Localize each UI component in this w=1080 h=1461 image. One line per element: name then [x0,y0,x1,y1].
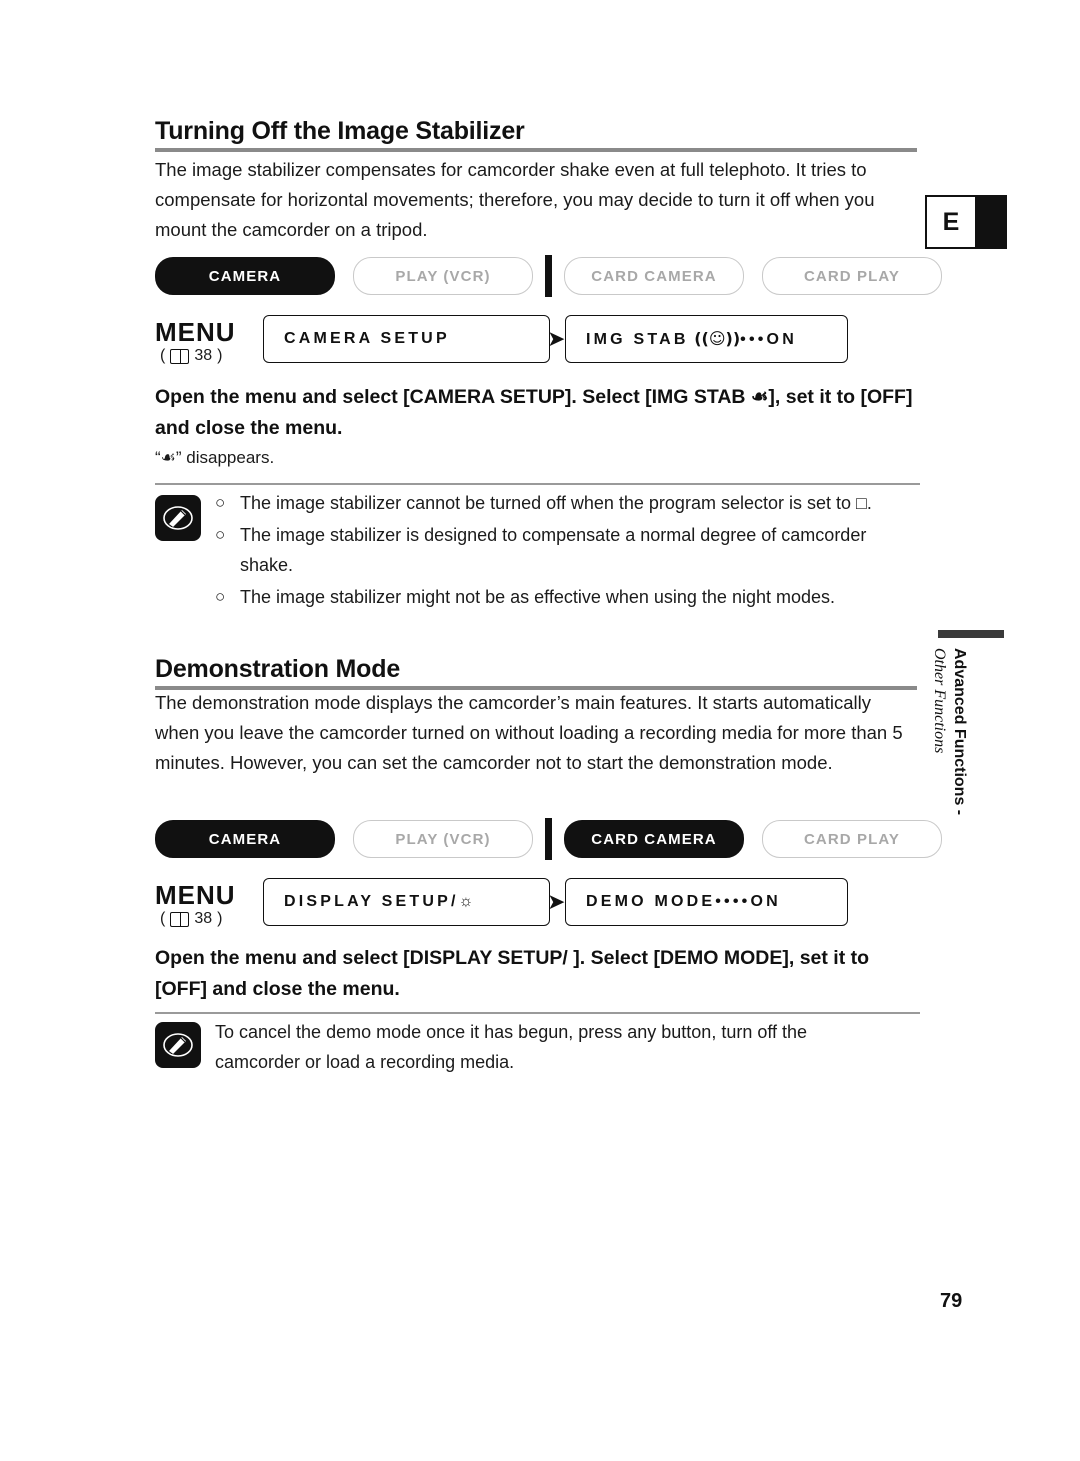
instruction-demonstration-mode: Open the menu and select [DISPLAY SETUP/… [155,947,870,1000]
paren-open: ( [160,347,166,364]
mode-button-camera[interactable]: CAMERA [155,257,335,295]
mode-button-card-play[interactable]: CARD PLAY [762,257,942,295]
note-pencil-icon-2 [155,1022,201,1068]
menu-box-display-setup[interactable]: DISPLAY SETUP/☼ [263,878,550,926]
bullet-icon: ○ [215,525,226,544]
mode-button-card-camera-2[interactable]: CARD CAMERA [564,820,744,858]
bullet-icon: ○ [215,587,226,606]
book-icon [170,348,190,364]
side-tab-block [975,197,1005,247]
mode-separator [545,255,552,297]
menu-page-reference-2: ( 38 ) [160,910,222,928]
intro-paragraph-image-stabilizer: The image stabilizer compensates for cam… [155,159,875,240]
note-text: The image stabilizer might not be as eff… [240,587,836,607]
sub-note-disappears: “☙” disappears. [155,448,275,467]
mode-button-play-vcr-2[interactable]: PLAY (VCR) [353,820,533,858]
menu-label-2: MENU [155,880,236,910]
menu-label-1: MENU [155,317,236,347]
instruction-image-stabilizer: Open the menu and select [CAMERA SETUP].… [155,386,913,439]
menu-box-img-stab-label: IMG STAB ((☺))•••ON [586,329,797,348]
page-title-demonstration-mode: Demonstration Mode [155,655,401,683]
mode-buttons-row-1: CAMERA PLAY (VCR) CARD CAMERA CARD PLAY [155,255,942,297]
mode-button-play-vcr[interactable]: PLAY (VCR) [353,257,533,295]
running-head-italic: Other Functions [930,648,948,753]
note-item: ○ The image stabilizer is designed to co… [215,520,920,580]
side-tab-letter: E [942,207,960,236]
menu-page-number-2: 38 [194,910,213,927]
running-head-italic-text: Other Functions [931,648,948,754]
menu-box-camera-setup[interactable]: CAMERA SETUP [263,315,550,363]
menu-box-demo-mode[interactable]: DEMO MODE••••ON [565,878,848,926]
page-number: 79 [940,1290,963,1312]
menu-box-img-stab[interactable]: IMG STAB ((☺))•••ON [565,315,848,363]
running-head-bar [938,630,1004,638]
intro-paragraph-demonstration-mode: The demonstration mode displays the camc… [155,692,903,773]
note-item: ○ The image stabilizer might not be as e… [215,582,920,612]
note-item: To cancel the demo mode once it has begu… [215,1017,895,1077]
paren-close-2: ) [217,910,223,927]
mode-separator-2 [545,818,552,860]
bullet-icon: ○ [215,493,226,512]
running-head-bold: Advanced Functions - [950,648,968,815]
chevron-right-icon-2: ➤ [547,889,566,914]
paren-close: ) [217,347,223,364]
running-head-bold-text: Advanced Functions - [951,648,968,816]
note-text: The image stabilizer cannot be turned of… [240,493,872,513]
notes-rule-top-1 [155,483,920,485]
paren-open-2: ( [160,910,166,927]
mode-button-camera-2[interactable]: CAMERA [155,820,335,858]
menu-box-demo-mode-label: DEMO MODE••••ON [586,893,781,910]
mode-buttons-row-2: CAMERA PLAY (VCR) CARD CAMERA CARD PLAY [155,818,942,860]
mode-button-card-play-2[interactable]: CARD PLAY [762,820,942,858]
chevron-right-icon-1: ➤ [547,326,566,351]
menu-page-number-1: 38 [194,347,213,364]
note-text: The image stabilizer is designed to comp… [240,525,867,575]
notes-rule-top-2 [155,1012,920,1014]
menu-box-display-setup-label: DISPLAY SETUP/☼ [284,893,474,910]
book-icon-2 [170,911,190,927]
notes-list-1: ○ The image stabilizer cannot be turned … [215,488,920,614]
menu-box-camera-setup-label: CAMERA SETUP [284,330,450,347]
menu-page-reference-1: ( 38 ) [160,347,222,365]
mode-button-card-camera[interactable]: CARD CAMERA [564,257,744,295]
heading-rule [155,148,917,152]
note-pencil-icon-1 [155,495,201,541]
note-text: To cancel the demo mode once it has begu… [215,1022,808,1072]
side-tab-e: E [925,195,1007,249]
notes-list-2: To cancel the demo mode once it has begu… [215,1017,895,1079]
document-page: Turning Off the Image Stabilizer The ima… [0,0,1080,1461]
page-title-image-stabilizer: Turning Off the Image Stabilizer [155,117,525,145]
note-item: ○ The image stabilizer cannot be turned … [215,488,920,518]
